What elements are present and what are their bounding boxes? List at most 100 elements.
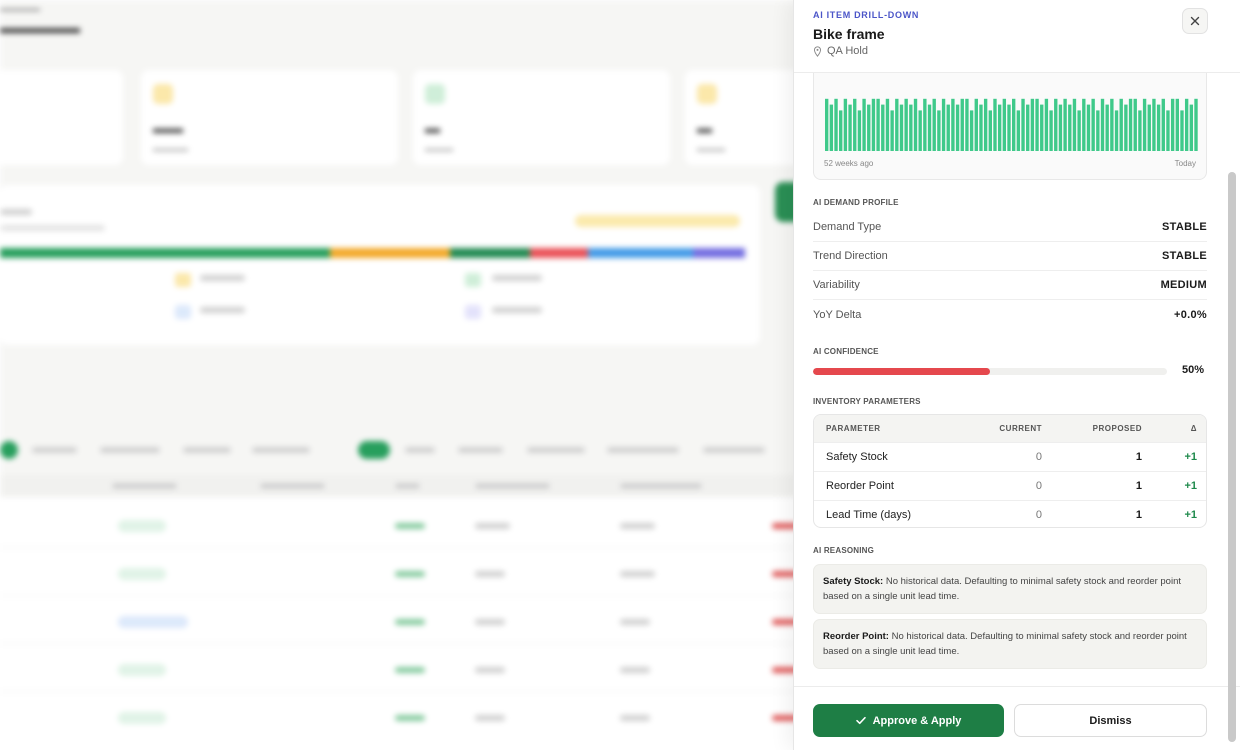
demand-bar: [876, 98, 880, 151]
approve-apply-button[interactable]: Approve & Apply: [813, 704, 1004, 737]
demand-bar: [937, 110, 941, 151]
demand-bar: [904, 98, 908, 151]
demand-bar: [932, 98, 936, 151]
demand-bar: [1016, 110, 1021, 151]
confidence-bar: [813, 368, 1167, 375]
param-delta: +1: [1184, 509, 1197, 521]
param-current: 0: [1035, 509, 1042, 521]
background-app: ▬▬▬▬▬ ▬▬▬▬▬ ▬▬ ▬▬▬▬▬ ▬ ▬▬▬▬ ▬ ▬▬▬▬: [0, 0, 800, 750]
header-proposed: PROPOSED: [1092, 424, 1142, 433]
demand-bar: [1012, 98, 1016, 151]
drill-down-drawer: AI ITEM DRILL-DOWN Bike frame QA Hold 52…: [793, 0, 1240, 750]
table-row: Reorder Point 0 1 +1: [814, 471, 1206, 500]
demand-bar: [1007, 104, 1011, 151]
yoy-delta-row: YoY Delta +0.0%: [813, 300, 1207, 329]
demand-bar: [1184, 98, 1189, 151]
demand-bar: [1035, 98, 1039, 151]
dismiss-button[interactable]: Dismiss: [1014, 704, 1207, 737]
reasoning-title: Reorder Point:: [823, 631, 889, 642]
x-axis-end-label: Today: [1174, 159, 1196, 168]
x-axis-start-label: 52 weeks ago: [824, 159, 874, 168]
demand-bar: [834, 98, 838, 151]
location-label: QA Hold: [827, 45, 868, 57]
table-header: PARAMETER CURRENT PROPOSED Δ: [814, 415, 1206, 442]
demand-bar: [862, 98, 866, 151]
reasoning-item: Safety Stock: No historical data. Defaul…: [813, 564, 1207, 614]
demand-bar: [969, 110, 974, 151]
param-name: Lead Time (days): [826, 509, 911, 521]
drawer-body: 52 weeks ago Today AI DEMAND PROFILE Dem…: [794, 73, 1240, 683]
demand-type-row: Demand Type STABLE: [813, 213, 1207, 242]
row-value: STABLE: [1162, 221, 1207, 233]
demand-bar: [825, 98, 829, 151]
demand-bar: [979, 104, 983, 151]
demand-bar: [1021, 98, 1025, 151]
confidence-heading: AI CONFIDENCE: [813, 347, 879, 356]
bg-items-table: [0, 475, 800, 750]
drawer-title: Bike frame: [813, 26, 885, 42]
inventory-heading: INVENTORY PARAMETERS: [813, 397, 921, 406]
drawer-footer: Approve & Apply Dismiss: [794, 686, 1240, 750]
demand-bar: [1170, 98, 1175, 151]
weekly-demand-chart: 52 weeks ago Today: [813, 73, 1207, 180]
param-delta: +1: [1184, 480, 1197, 492]
header-delta: Δ: [1190, 424, 1197, 433]
bg-stat-card: ▬ ▬▬▬▬: [685, 70, 800, 165]
demand-bar: [1030, 98, 1035, 151]
confidence-bar-fill: [813, 368, 990, 375]
header-parameter: PARAMETER: [826, 424, 881, 433]
demand-bar: [1049, 110, 1053, 151]
location: QA Hold: [813, 45, 868, 57]
demand-bar: [895, 98, 899, 151]
demand-bar: [965, 98, 969, 151]
demand-bar: [1119, 98, 1123, 151]
param-proposed: 1: [1135, 480, 1142, 492]
demand-bar: [918, 110, 922, 151]
header-current: CURRENT: [999, 424, 1042, 433]
demand-bar: [1189, 104, 1194, 151]
demand-bar: [1086, 104, 1091, 151]
demand-bar: [913, 98, 918, 151]
demand-bar: [1044, 98, 1049, 151]
param-proposed: 1: [1135, 509, 1142, 521]
drawer-scrollbar[interactable]: [1228, 172, 1236, 742]
demand-bar: [853, 98, 857, 151]
confidence-value: 50%: [1182, 364, 1205, 376]
demand-bar: [1147, 104, 1151, 151]
demand-profile-heading: AI DEMAND PROFILE: [813, 198, 899, 207]
row-key: Demand Type: [813, 221, 882, 233]
param-name: Safety Stock: [826, 451, 888, 463]
drawer-header: AI ITEM DRILL-DOWN Bike frame QA Hold: [794, 0, 1240, 73]
bg-stat-card: ▬▬ ▬▬▬▬▬: [141, 70, 398, 165]
close-button[interactable]: [1182, 8, 1208, 34]
reasoning-heading: AI REASONING: [813, 546, 875, 555]
demand-bar: [1110, 98, 1114, 151]
demand-bar: [1096, 110, 1100, 151]
row-key: Variability: [813, 279, 860, 291]
reasoning-title: Safety Stock:: [823, 576, 884, 587]
demand-bar: [1138, 110, 1142, 151]
demand-bar: [909, 104, 913, 151]
map-pin-icon: [813, 45, 822, 57]
demand-bar: [955, 104, 960, 151]
bg-distribution-panel: [0, 185, 760, 345]
demand-bar: [1180, 110, 1184, 151]
row-value: +0.0%: [1174, 308, 1207, 321]
row-key: YoY Delta: [813, 308, 862, 321]
demand-bar: [885, 98, 890, 151]
demand-bar: [1026, 104, 1030, 151]
bg-page-title: ▬▬▬▬▬: [0, 20, 80, 37]
variability-row: Variability MEDIUM: [813, 271, 1207, 300]
demand-bar: [1058, 104, 1063, 151]
table-row: Lead Time (days) 0 1 +1: [814, 500, 1206, 527]
demand-bar: [941, 98, 946, 151]
demand-bar: [1068, 104, 1072, 151]
close-icon: [1190, 16, 1200, 26]
row-value: MEDIUM: [1160, 279, 1207, 291]
demand-bar: [1142, 98, 1147, 151]
demand-bar: [1166, 110, 1170, 151]
param-current: 0: [1035, 480, 1042, 492]
demand-bar: [1128, 98, 1133, 151]
bg-breadcrumb: ▬▬▬▬▬: [0, 4, 40, 13]
demand-bar: [1002, 98, 1007, 151]
